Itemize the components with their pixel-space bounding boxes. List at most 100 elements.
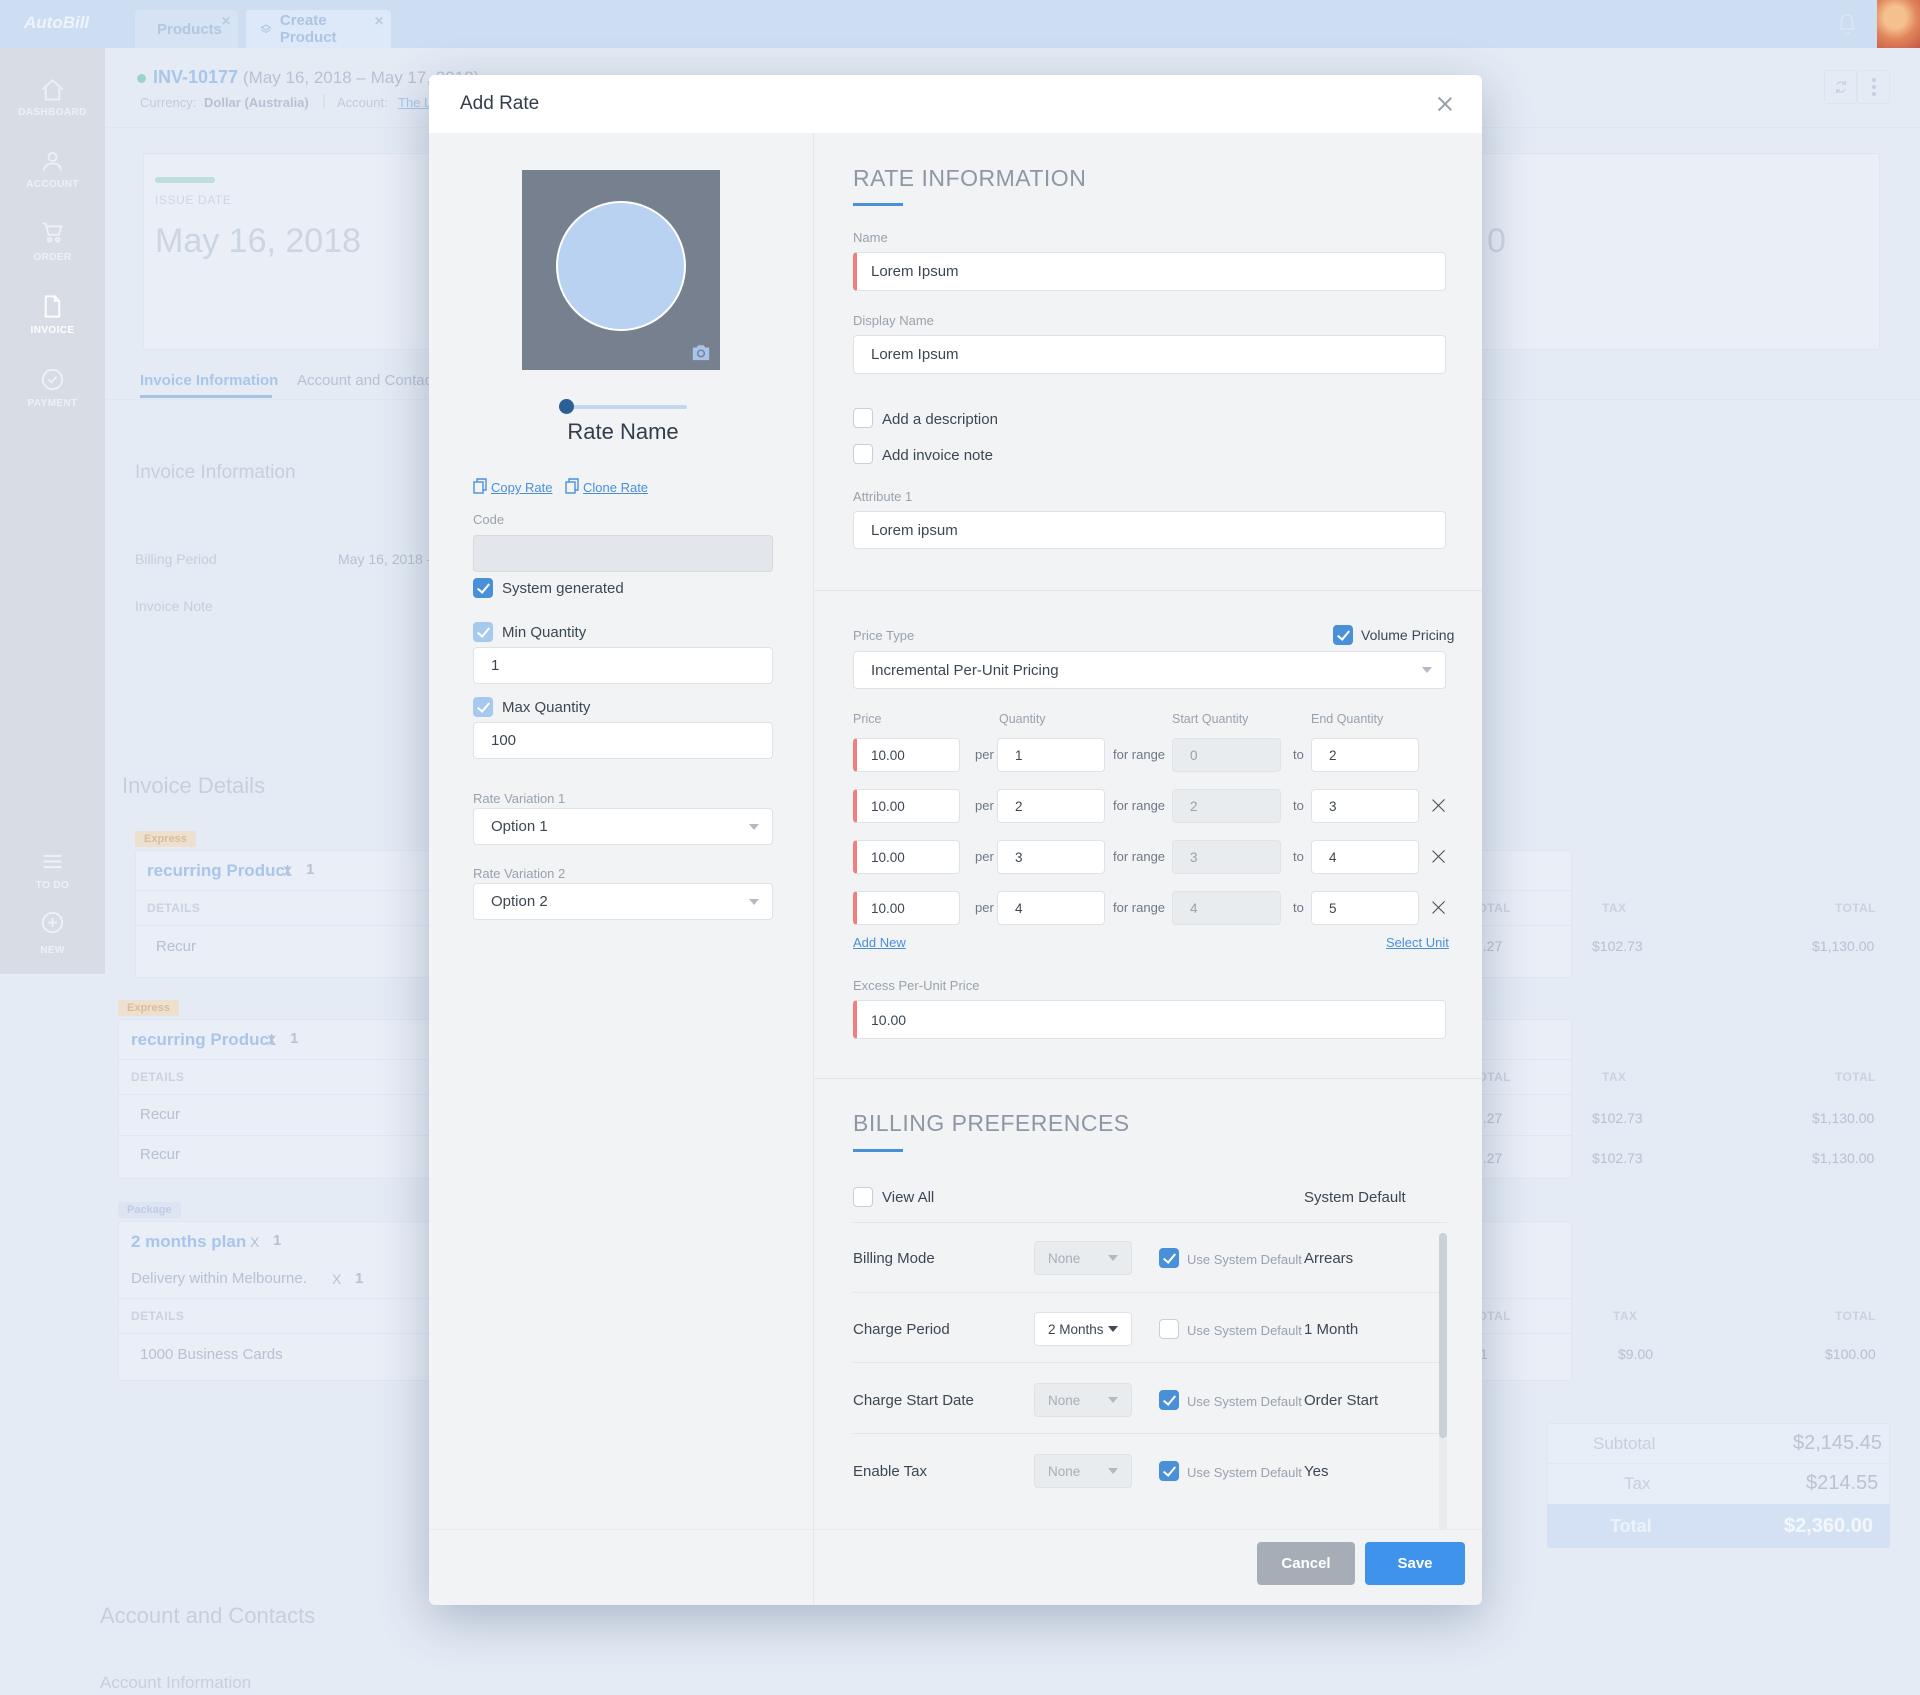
use-system-default-checkbox[interactable] — [1159, 1319, 1179, 1339]
rate-variation-1-select[interactable]: Option 1 — [473, 808, 773, 845]
max-quantity-checkbox[interactable] — [473, 697, 493, 717]
billing-preferences-accent — [853, 1149, 903, 1152]
enable-tax-default: Yes — [1304, 1463, 1328, 1480]
end-quantity-input[interactable] — [1311, 789, 1419, 823]
system-default-header: System Default — [1304, 1189, 1406, 1206]
to-text: to — [1293, 747, 1304, 762]
bp-scrollbar[interactable] — [1439, 1233, 1447, 1530]
remove-row-icon[interactable] — [1430, 848, 1447, 865]
price-type-select[interactable]: Incremental Per-Unit Pricing — [853, 651, 1446, 689]
rate-image-placeholder[interactable] — [522, 170, 720, 370]
add-new-link[interactable]: Add New — [853, 935, 906, 950]
cancel-button[interactable]: Cancel — [1257, 1542, 1355, 1585]
bp-scrollbar-thumb[interactable] — [1439, 1233, 1447, 1438]
use-system-default-checkbox[interactable] — [1159, 1390, 1179, 1410]
price-input[interactable] — [853, 840, 960, 874]
line-item-title: recurring Product — [147, 861, 291, 881]
item-row-tax: $102.73 — [1592, 1110, 1643, 1126]
quantity-input[interactable] — [997, 789, 1105, 823]
order-icon — [39, 219, 66, 246]
remove-row-icon[interactable] — [1430, 797, 1447, 814]
copy-rate-link[interactable]: Copy Rate — [491, 480, 552, 495]
subtotal-label: Subtotal — [1593, 1434, 1655, 1454]
active-tab-underline — [140, 395, 272, 398]
clone-rate-link[interactable]: Clone Rate — [583, 480, 648, 495]
end-quantity-input[interactable] — [1311, 891, 1419, 925]
top-navbar: AutoBill Products ✕ Create Product ✕ — [0, 0, 1920, 48]
col-total2: TOTAL — [1835, 1070, 1876, 1084]
billing-mode-default: Arrears — [1304, 1250, 1353, 1267]
min-quantity-checkbox[interactable] — [473, 622, 493, 642]
image-zoom-slider-knob[interactable] — [559, 399, 574, 414]
end-quantity-input[interactable] — [1311, 738, 1419, 772]
sidebar-item-invoice: INVOICE — [0, 325, 105, 336]
tab-invoice-information: Invoice Information — [140, 372, 278, 389]
quantity-input[interactable] — [997, 891, 1105, 925]
dashboard-icon — [39, 77, 66, 104]
total-value: $2,360.00 — [1784, 1515, 1873, 1538]
col-total2: TOTAL — [1835, 1309, 1876, 1323]
account-icon — [39, 148, 66, 175]
use-system-default-checkbox[interactable] — [1159, 1248, 1179, 1268]
billing-mode-label: Billing Mode — [853, 1250, 935, 1267]
tax-label: Tax — [1624, 1474, 1650, 1494]
rate-variation-2-select[interactable]: Option 2 — [473, 883, 773, 920]
add-invoice-note-checkbox[interactable] — [853, 444, 873, 464]
sidebar-item-account: ACCOUNT — [0, 179, 105, 190]
billing-period-value: May 16, 2018 – — [338, 551, 435, 567]
add-description-checkbox[interactable] — [853, 408, 873, 428]
system-generated-checkbox[interactable] — [473, 578, 493, 598]
new-icon — [39, 909, 66, 936]
max-quantity-input[interactable] — [473, 722, 773, 759]
charge-start-date-label: Charge Start Date — [853, 1392, 974, 1409]
image-zoom-slider-track[interactable] — [563, 405, 687, 409]
price-input[interactable] — [853, 789, 960, 823]
price-input[interactable] — [853, 738, 960, 772]
rate-variation-2-label: Rate Variation 2 — [473, 866, 565, 881]
attribute1-input[interactable] — [853, 511, 1446, 549]
excess-price-input[interactable] — [853, 1000, 1446, 1039]
view-all-checkbox[interactable] — [853, 1187, 873, 1207]
due-date-fragment: 0 — [1487, 222, 1506, 261]
save-button[interactable]: Save — [1365, 1542, 1465, 1585]
min-quantity-input[interactable] — [473, 647, 773, 684]
quantity-input[interactable] — [997, 738, 1105, 772]
price-type-value: Incremental Per-Unit Pricing — [871, 662, 1059, 679]
tab-close-icon: ✕ — [221, 14, 231, 28]
display-name-input[interactable] — [853, 335, 1446, 374]
to-text: to — [1293, 900, 1304, 915]
end-quantity-input[interactable] — [1311, 840, 1419, 874]
per-text: per — [975, 747, 994, 762]
select-unit-link[interactable]: Select Unit — [1386, 935, 1449, 950]
tab-create-product: Create Product ✕ — [246, 10, 391, 48]
col-tax: TAX — [1602, 1070, 1626, 1084]
close-icon[interactable] — [1436, 95, 1454, 113]
add-description-label: Add a description — [882, 411, 998, 428]
layers-icon — [260, 22, 272, 37]
quantity-input[interactable] — [997, 840, 1105, 874]
min-quantity-label: Min Quantity — [502, 624, 586, 641]
per-text: per — [975, 798, 994, 813]
sidebar-item-new: NEW — [0, 945, 105, 956]
system-generated-label: System generated — [502, 580, 624, 597]
use-system-default-checkbox[interactable] — [1159, 1461, 1179, 1481]
more-options-button — [1857, 70, 1890, 104]
billing-mode-value: None — [1048, 1251, 1080, 1266]
invoice-details-heading: Invoice Details — [122, 773, 265, 799]
price-input[interactable] — [853, 891, 960, 925]
remove-row-icon[interactable] — [1430, 899, 1447, 916]
camera-icon[interactable] — [690, 342, 712, 362]
badge-express: Express — [135, 831, 196, 847]
item-row-name: 1000 Business Cards — [140, 1346, 283, 1363]
volume-pricing-checkbox[interactable] — [1333, 625, 1353, 645]
code-input[interactable] — [473, 535, 773, 572]
sidebar-item-dashboard: DASHBOARD — [0, 107, 105, 118]
total-label: Total — [1610, 1516, 1652, 1537]
add-rate-modal: Add Rate Rate Name Copy Rate Clone Rate … — [429, 75, 1482, 1605]
to-text: to — [1293, 798, 1304, 813]
item-row-line-total: $1,130.00 — [1812, 1150, 1874, 1166]
name-input[interactable] — [853, 252, 1446, 291]
charge-period-select[interactable]: 2 Months — [1034, 1312, 1132, 1346]
item-row-name: Recur — [156, 938, 196, 955]
rate-variation-1-value: Option 1 — [491, 818, 548, 835]
